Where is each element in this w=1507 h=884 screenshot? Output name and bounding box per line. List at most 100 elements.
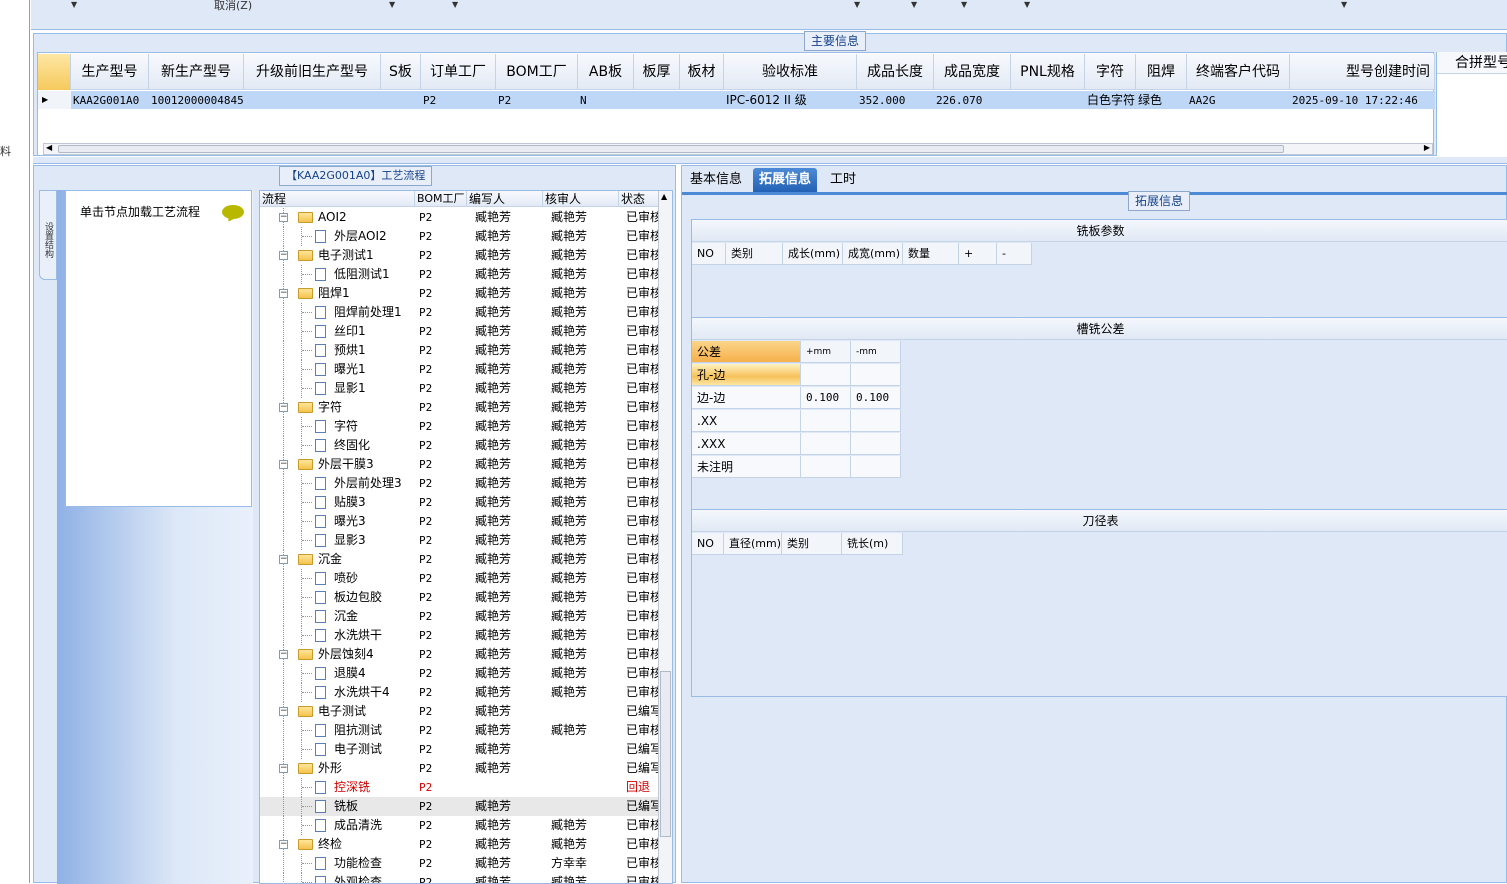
column-header[interactable]: 新生产型号 — [149, 54, 244, 90]
collapse-toggle-icon[interactable]: − — [279, 650, 288, 659]
tolerance-cell[interactable]: 0.100 — [851, 387, 901, 409]
tab-basic[interactable]: 基本信息 — [684, 168, 748, 192]
column-header[interactable]: BOM工厂 — [496, 54, 578, 90]
scroll-left-icon[interactable]: ◀ — [46, 143, 52, 152]
tool-column-header[interactable]: NO — [692, 533, 724, 555]
scroll-up-icon[interactable]: ▲ — [661, 192, 667, 201]
grid-cell[interactable]: 10012000004845 — [149, 91, 244, 109]
tree-column-header[interactable]: 核审人 — [543, 191, 619, 207]
tree-row[interactable]: 预烘1 P2 臧艳芳 臧艳芳 已审核 — [260, 341, 660, 360]
grid-cell[interactable]: KAA2G001A0 — [71, 91, 149, 109]
tolerance-cell[interactable]: 0.100 — [801, 387, 851, 409]
grid-cell[interactable] — [634, 91, 680, 109]
tree-node-label[interactable]: 显影1 — [334, 379, 414, 398]
tool-column-header[interactable]: 直径(mm) — [724, 533, 782, 555]
tree-node-label[interactable]: 水洗烘干4 — [334, 683, 414, 702]
column-header[interactable]: S板 — [381, 54, 421, 90]
collapse-toggle-icon[interactable]: − — [279, 764, 288, 773]
tree-node-label[interactable]: 预烘1 — [334, 341, 414, 360]
tree-row[interactable]: 板边包胶 P2 臧艳芳 臧艳芳 已审核 — [260, 588, 660, 607]
tree-row[interactable]: 水洗烘干4 P2 臧艳芳 臧艳芳 已审核 — [260, 683, 660, 702]
tree-row[interactable]: 曝光1 P2 臧艳芳 臧艳芳 已审核 — [260, 360, 660, 379]
tree-node-label[interactable]: 喷砂 — [334, 569, 414, 588]
tree-row[interactable]: 外观检查 P2 臧艳芳 臧艳芳 已审核 — [260, 873, 660, 883]
tree-node-label[interactable]: 外层干膜3 — [318, 455, 414, 474]
tree-node-label[interactable]: 沉金 — [334, 607, 414, 626]
tree-row[interactable]: − 外层蚀刻4 P2 臧艳芳 臧艳芳 已审核 — [260, 645, 660, 664]
grid-cell[interactable]: 白色字符 — [1085, 91, 1136, 109]
grid-cell[interactable] — [1011, 91, 1085, 109]
tree-node-label[interactable]: 终固化 — [334, 436, 414, 455]
column-header[interactable]: 成品长度 — [857, 54, 934, 90]
tolerance-cell[interactable]: 未注明 — [692, 456, 801, 478]
grid-cell[interactable]: 226.070 — [934, 91, 1011, 109]
dropdown-arrow-icon[interactable]: ▼ — [389, 0, 395, 9]
column-header[interactable]: 升级前旧生产型号 — [244, 54, 381, 90]
tree-row[interactable]: 低阻测试1 P2 臧艳芳 臧艳芳 已审核 — [260, 265, 660, 284]
grid-cell[interactable] — [680, 91, 724, 109]
tree-row[interactable]: − 电子测试1 P2 臧艳芳 臧艳芳 已审核 — [260, 246, 660, 265]
column-header[interactable]: 板材 — [680, 54, 724, 90]
tolerance-cell[interactable]: .XX — [692, 410, 801, 432]
tree-node-label[interactable]: 外形 — [318, 759, 414, 778]
grid-corner[interactable] — [38, 54, 71, 90]
grid-cell[interactable]: 2025-09-10 17:22:46 — [1290, 91, 1435, 109]
dropdown-arrow-icon[interactable]: ▼ — [71, 0, 77, 9]
splitter[interactable] — [33, 157, 1507, 164]
tree-node-label[interactable]: 电子测试 — [334, 740, 414, 759]
tolerance-cell[interactable] — [851, 410, 901, 432]
dropdown-arrow-icon[interactable]: ▼ — [1024, 0, 1030, 9]
column-header[interactable]: AB板 — [578, 54, 634, 90]
load-process-label[interactable]: 单击节点加载工艺流程 — [80, 203, 200, 220]
grid-cell[interactable]: P2 — [421, 91, 496, 109]
tree-row[interactable]: 水洗烘干 P2 臧艳芳 臧艳芳 已审核 — [260, 626, 660, 645]
tolerance-header[interactable]: -mm — [851, 341, 901, 363]
grid-cell[interactable]: 绿色 — [1136, 91, 1187, 109]
tree-row[interactable]: 喷砂 P2 臧艳芳 臧艳芳 已审核 — [260, 569, 660, 588]
tree-row[interactable]: 铣板 P2 臧艳芳 已编写 — [260, 797, 660, 816]
tree-row[interactable]: 沉金 P2 臧艳芳 臧艳芳 已审核 — [260, 607, 660, 626]
scroll-thumb[interactable] — [58, 145, 1284, 153]
column-header[interactable]: 终端客户代码 — [1187, 54, 1290, 90]
tree-row[interactable]: 控深铣 P2 回退 — [260, 778, 660, 797]
tree-node-label[interactable]: 功能检查 — [334, 854, 414, 873]
tree-node-label[interactable]: 阻焊前处理1 — [334, 303, 414, 322]
dropdown-arrow-icon[interactable]: ▼ — [961, 0, 967, 9]
tree-node-label[interactable]: 阻焊1 — [318, 284, 414, 303]
tree-node-label[interactable]: 控深铣 — [334, 778, 414, 797]
tolerance-cell[interactable] — [851, 364, 901, 386]
tab-hours[interactable]: 工时 — [824, 168, 862, 192]
row-pointer-icon[interactable]: ▶ — [38, 91, 71, 109]
collapse-toggle-icon[interactable]: − — [279, 707, 288, 716]
tool-column-header[interactable]: 铣长(m) — [842, 533, 903, 555]
collapse-toggle-icon[interactable]: − — [279, 460, 288, 469]
column-header[interactable]: 阻焊 — [1136, 54, 1187, 90]
tree-node-label[interactable]: 贴膜3 — [334, 493, 414, 512]
tree-row[interactable]: 外层前处理3 P2 臧艳芳 臧艳芳 已审核 — [260, 474, 660, 493]
cancel-button[interactable]: 取消(Z) — [214, 0, 252, 13]
tree-row[interactable]: 终固化 P2 臧艳芳 臧艳芳 已审核 — [260, 436, 660, 455]
mill-column-header[interactable]: 数量 — [903, 243, 959, 265]
tree-node-label[interactable]: 沉金 — [318, 550, 414, 569]
dropdown-arrow-icon[interactable]: ▼ — [452, 0, 458, 9]
column-header[interactable]: 板厚 — [634, 54, 680, 90]
tree-node-label[interactable]: 字符 — [334, 417, 414, 436]
column-header[interactable]: 订单工厂 — [421, 54, 496, 90]
column-header[interactable]: PNL规格 — [1011, 54, 1085, 90]
tree-column-header[interactable]: 状态 — [619, 191, 660, 207]
dropdown-arrow-icon[interactable]: ▼ — [911, 0, 917, 9]
grid-cell[interactable]: 352.000 — [857, 91, 934, 109]
tree-node-label[interactable]: 曝光3 — [334, 512, 414, 531]
grid-cell[interactable] — [381, 91, 421, 109]
tree-node-label[interactable]: 电子测试 — [318, 702, 414, 721]
tree-row[interactable]: − 字符 P2 臧艳芳 臧艳芳 已审核 — [260, 398, 660, 417]
scroll-right-icon[interactable]: ▶ — [1424, 143, 1430, 152]
tree-node-label[interactable]: 字符 — [318, 398, 414, 417]
tree-node-label[interactable]: AOI2 — [318, 208, 414, 227]
tolerance-header[interactable]: 公差 — [692, 341, 801, 363]
tree-row[interactable]: 阻抗测试 P2 臧艳芳 臧艳芳 已审核 — [260, 721, 660, 740]
tree-node-label[interactable]: 电子测试1 — [318, 246, 414, 265]
dropdown-arrow-icon[interactable]: ▼ — [1341, 0, 1347, 9]
side-tab-structure[interactable]: 设置结构 — [39, 190, 57, 280]
tree-row[interactable]: 丝印1 P2 臧艳芳 臧艳芳 已审核 — [260, 322, 660, 341]
